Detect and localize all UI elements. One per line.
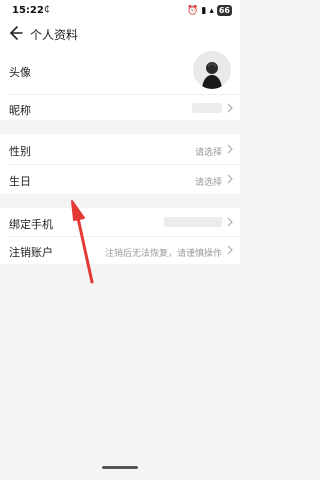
home-indicator[interactable] xyxy=(102,466,138,469)
annotation-arrow xyxy=(71,200,94,284)
